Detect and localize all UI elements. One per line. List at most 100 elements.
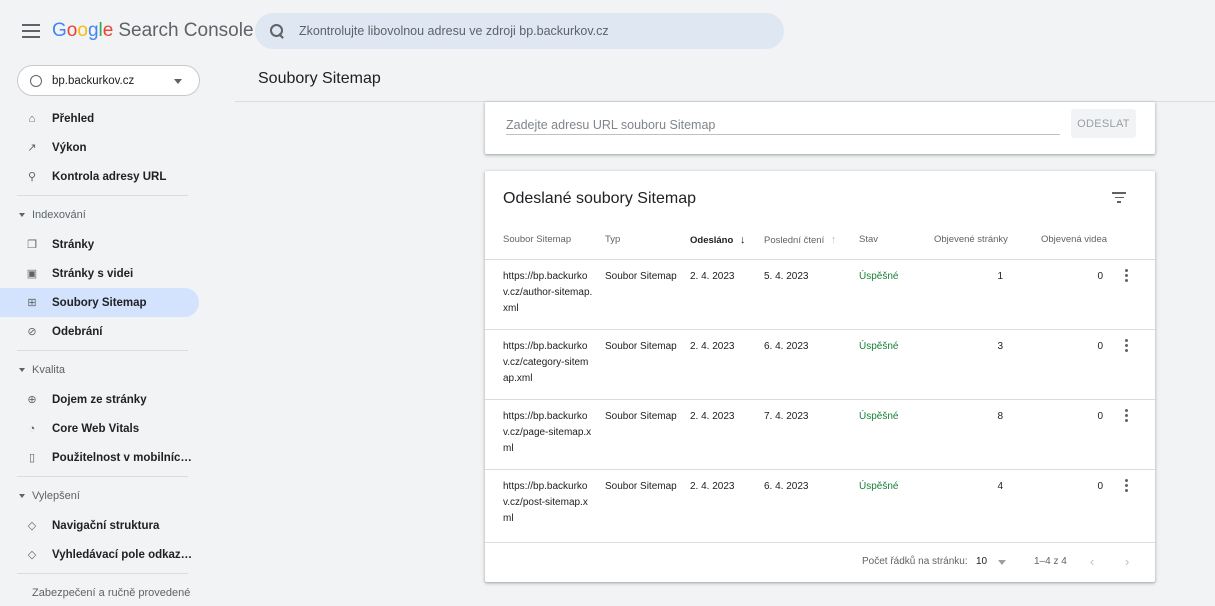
section-indexing[interactable]: Indexování (0, 200, 215, 230)
rows-per-page-select[interactable]: 10 (976, 556, 987, 567)
chevron-down-icon[interactable] (998, 560, 1006, 565)
cell-last-read: 7. 4. 2023 (764, 411, 809, 422)
cell-status: Úspěšné (859, 341, 899, 352)
cell-last-read: 6. 4. 2023 (764, 481, 809, 492)
cell-sitemap-file: https://bp.backurkov.cz/page-sitemap.xml (503, 411, 592, 454)
header-last-read[interactable]: Poslední čtení ↑ (764, 234, 836, 246)
sidebar-divider (17, 350, 188, 351)
cell-status: Úspěšné (859, 481, 899, 492)
cell-status: Úspěšné (859, 271, 899, 282)
layers-icon: ◇ (27, 549, 37, 561)
sidebar-item-performance[interactable]: ↗ Výkon (0, 133, 215, 162)
caret-down-icon (19, 494, 25, 498)
header-submitted[interactable]: Odesláno ↓ (690, 234, 745, 246)
cell-videos: 0 (1097, 271, 1103, 282)
header-discovered-pages[interactable]: Objevené stránky (934, 234, 1008, 245)
cell-videos: 0 (1097, 411, 1103, 422)
removal-icon: ⊘ (27, 326, 37, 338)
more-vert-icon[interactable] (1125, 479, 1129, 493)
cell-submitted: 2. 4. 2023 (690, 481, 735, 492)
filter-icon[interactable] (1112, 192, 1126, 204)
search-icon: ⚲ (27, 171, 37, 183)
cell-sitemap-file: https://bp.backurkov.cz/category-sitemap… (503, 341, 589, 384)
cell-submitted: 2. 4. 2023 (690, 271, 735, 282)
section-quality[interactable]: Kvalita (0, 355, 215, 385)
arrow-up-icon: ↑ (830, 234, 837, 246)
sidebar-item-removals[interactable]: ⊘ Odebrání (0, 317, 215, 346)
table-row[interactable]: https://bp.backurkov.cz/page-sitemap.xml… (485, 399, 1155, 469)
layers-icon: ◇ (27, 520, 37, 532)
cell-videos: 0 (1097, 481, 1103, 492)
header-type[interactable]: Typ (605, 234, 620, 245)
cell-pages: 4 (997, 481, 1003, 492)
chevron-down-icon (174, 79, 182, 84)
section-enhancements[interactable]: Vylepšení (0, 481, 215, 511)
sitemap-icon: ⊞ (27, 297, 37, 309)
cell-pages: 8 (997, 411, 1003, 422)
sidebar-divider (17, 573, 188, 574)
sidebar-item-sitemaps[interactable]: ⊞ Soubory Sitemap (0, 288, 199, 317)
rows-per-page-label: Počet řádků na stránku: (862, 556, 968, 567)
add-sitemap-card: ODESLAT (485, 102, 1155, 154)
home-icon: ⌂ (28, 112, 36, 125)
caret-down-icon (19, 213, 25, 217)
cell-pages: 1 (997, 271, 1003, 282)
trending-icon: ↗ (27, 142, 37, 154)
sidebar-item-sitelinks-searchbox[interactable]: ◇ Vyhledávací pole odkaz… (0, 540, 215, 569)
sidebar: ⌂ Přehled ↗ Výkon ⚲ Kontrola adresy URL … (0, 104, 215, 606)
sidebar-divider (17, 195, 188, 196)
header-status[interactable]: Stav (859, 234, 878, 245)
cell-sitemap-file: https://bp.backurkov.cz/post-sitemap.xml (503, 481, 588, 524)
cell-type: Soubor Sitemap (605, 481, 677, 492)
cell-type: Soubor Sitemap (605, 271, 677, 282)
header-discovered-videos[interactable]: Objevená videa (1041, 234, 1107, 245)
sidebar-item-pages[interactable]: ❐ Stránky (0, 230, 215, 259)
cell-last-read: 5. 4. 2023 (764, 271, 809, 282)
more-vert-icon[interactable] (1125, 339, 1129, 353)
table-row[interactable]: https://bp.backurkov.cz/author-sitemap.x… (485, 259, 1155, 329)
app-logo[interactable]: Google Search Console (52, 20, 254, 42)
globe-icon (30, 74, 42, 87)
cell-videos: 0 (1097, 341, 1103, 352)
chevron-right-icon[interactable]: › (1125, 554, 1129, 569)
sidebar-item-url-inspection[interactable]: ⚲ Kontrola adresy URL (0, 162, 215, 191)
property-selector[interactable]: bp.backurkov.cz (17, 65, 200, 96)
video-pages-icon: ▣ (26, 268, 38, 280)
chevron-left-icon[interactable]: ‹ (1090, 554, 1094, 569)
submit-button[interactable]: ODESLAT (1071, 109, 1136, 138)
hamburger-menu-icon[interactable] (22, 24, 40, 38)
cell-submitted: 2. 4. 2023 (690, 411, 735, 422)
sitemap-url-input[interactable] (506, 115, 1060, 135)
cell-type: Soubor Sitemap (605, 411, 677, 422)
more-vert-icon[interactable] (1125, 269, 1129, 283)
table-row[interactable]: https://bp.backurkov.cz/post-sitemap.xml… (485, 469, 1155, 539)
cell-status: Úspěšné (859, 411, 899, 422)
sidebar-item-page-experience[interactable]: ⊕ Dojem ze stránky (0, 385, 215, 414)
page-title: Soubory Sitemap (258, 70, 381, 87)
sidebar-item-core-web-vitals[interactable]: ◔ Core Web Vitals (0, 414, 215, 443)
more-vert-icon[interactable] (1125, 409, 1129, 423)
gauge-icon: ◔ (28, 422, 36, 435)
sidebar-item-overview[interactable]: ⌂ Přehled (0, 104, 215, 133)
cell-type: Soubor Sitemap (605, 341, 677, 352)
search-placeholder[interactable]: Zkontrolujte libovolnou adresu ve zdroji… (299, 24, 609, 38)
sidebar-item-video-pages[interactable]: ▣ Stránky s videi (0, 259, 215, 288)
table-title: Odeslané soubory Sitemap (503, 190, 696, 207)
section-security[interactable]: Zabezpečení a ručně provedené (0, 578, 215, 606)
url-inspection-search[interactable]: Zkontrolujte libovolnou adresu ve zdroji… (255, 13, 784, 49)
cell-pages: 3 (997, 341, 1003, 352)
search-icon (269, 23, 285, 39)
sidebar-divider (17, 476, 188, 477)
property-name: bp.backurkov.cz (52, 74, 135, 87)
sidebar-item-mobile-usability[interactable]: ▯ Použitelnost v mobilníc… (0, 443, 215, 472)
phone-icon: ▯ (28, 452, 36, 464)
pages-icon: ❐ (27, 239, 37, 251)
sidebar-item-breadcrumbs[interactable]: ◇ Navigační struktura (0, 511, 215, 540)
page-range: 1–4 z 4 (1034, 556, 1067, 567)
header-sitemap-file[interactable]: Soubor Sitemap (503, 234, 571, 245)
submitted-sitemaps-card: Odeslané soubory Sitemap Soubor Sitemap … (485, 171, 1155, 582)
cell-last-read: 6. 4. 2023 (764, 341, 809, 352)
top-bar: Google Search Console Zkontrolujte libovo… (0, 0, 1215, 64)
table-row[interactable]: https://bp.backurkov.cz/category-sitemap… (485, 329, 1155, 399)
table-pagination: Počet řádků na stránku: 10 1–4 z 4 ‹ › (485, 542, 1155, 582)
